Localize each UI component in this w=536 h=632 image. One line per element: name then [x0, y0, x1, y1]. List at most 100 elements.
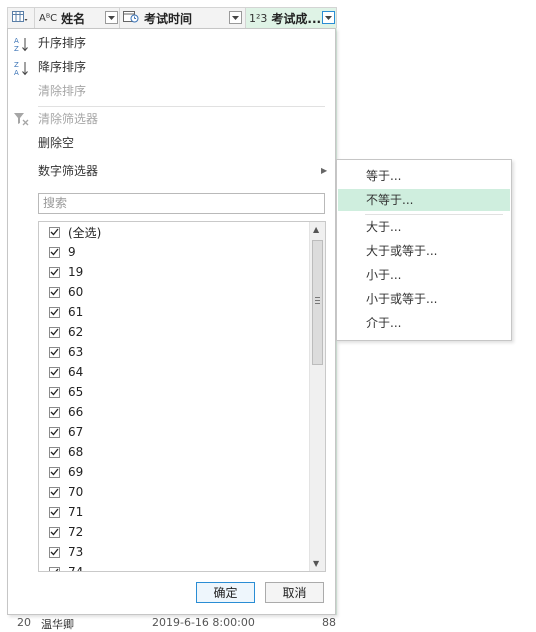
checkbox[interactable]: [49, 546, 60, 558]
list-item[interactable]: 67: [49, 423, 83, 441]
checkbox[interactable]: [49, 266, 60, 278]
checkbox[interactable]: [49, 346, 60, 358]
list-item[interactable]: 9: [49, 243, 76, 261]
check-icon: [50, 468, 59, 476]
submenu-less-or-equal[interactable]: 小于或等于...: [338, 288, 510, 310]
list-item-label: (全选): [68, 225, 102, 240]
column-header-bar: AᴮC 姓名 考试时间 1²3 考试成...: [7, 7, 337, 29]
column-header-exam-time[interactable]: 考试时间: [123, 8, 192, 28]
clear-sort-item: 清除排序: [38, 84, 87, 98]
check-icon: [50, 408, 59, 416]
chevron-down-icon: [232, 15, 239, 20]
list-item-label: 67: [68, 425, 84, 439]
ok-button[interactable]: 确定: [196, 582, 255, 603]
list-item[interactable]: 74: [49, 563, 83, 571]
list-scrollbar[interactable]: ▲ ▼: [309, 222, 325, 571]
menu-separator: [365, 214, 503, 215]
checkbox[interactable]: [49, 466, 60, 478]
column-header-exam-score[interactable]: 1²3 考试成...: [249, 8, 321, 28]
table-menu-button[interactable]: [12, 8, 28, 28]
column-header-name[interactable]: AᴮC 姓名: [39, 8, 85, 28]
checkbox[interactable]: [49, 386, 60, 398]
filter-dropdown-exam-time[interactable]: [229, 11, 242, 24]
remove-empty-item[interactable]: 删除空: [38, 133, 74, 153]
checkbox[interactable]: [49, 286, 60, 298]
check-icon: [50, 368, 59, 376]
check-icon: [50, 248, 59, 256]
list-item-label: 66: [68, 405, 84, 419]
list-item[interactable]: 63: [49, 343, 83, 361]
list-item-label: 62: [68, 325, 84, 339]
abc-type-icon: AᴮC: [39, 12, 58, 24]
list-item[interactable]: 68: [49, 443, 83, 461]
checkbox[interactable]: [49, 426, 60, 438]
scroll-up-icon[interactable]: ▲: [313, 225, 319, 234]
list-item-label: 64: [68, 365, 84, 379]
clear-filter-item: 清除筛选器: [38, 112, 99, 126]
checkbox[interactable]: [49, 326, 60, 338]
list-item[interactable]: 69: [49, 463, 83, 481]
checkbox[interactable]: [49, 246, 60, 258]
grip-icon: [315, 297, 320, 305]
table-row: 20 温华卿 2019-6-16 8:00:00 88: [7, 616, 337, 631]
checkbox[interactable]: [49, 486, 60, 498]
checkbox[interactable]: [49, 306, 60, 318]
number-filters-item[interactable]: 数字筛选器: [38, 161, 98, 181]
cancel-button[interactable]: 取消: [265, 582, 324, 603]
submenu-less-than[interactable]: 小于...: [338, 264, 510, 286]
submenu-greater-than[interactable]: 大于...: [338, 216, 510, 238]
submenu-greater-or-equal[interactable]: 大于或等于...: [338, 240, 510, 262]
filter-value-list: (全选) 9 19 60 61 62 63 64 65 66 67 68 69 70 71 72 73 74 ▲ …: [38, 221, 326, 572]
list-item[interactable]: 70: [49, 483, 83, 501]
list-item-label: 63: [68, 345, 84, 359]
checkbox[interactable]: [49, 566, 60, 571]
list-item-label: 19: [68, 265, 84, 279]
list-item[interactable]: (全选): [49, 223, 101, 241]
check-icon: [50, 428, 59, 436]
sort-ascending-item[interactable]: 升序排序: [38, 33, 86, 53]
chevron-down-icon: [325, 15, 332, 20]
list-item[interactable]: 64: [49, 363, 83, 381]
header-separator: [119, 8, 120, 28]
filter-dropdown-name[interactable]: [105, 11, 118, 24]
sort-descending-item[interactable]: 降序排序: [38, 57, 86, 77]
list-item-label: 72: [68, 525, 84, 539]
list-item[interactable]: 19: [49, 263, 83, 281]
list-item[interactable]: 72: [49, 523, 83, 541]
number-filters-submenu: 等于... 不等于... 大于... 大于或等于... 小于... 小于或等于.…: [336, 159, 512, 341]
submenu-equals[interactable]: 等于...: [338, 165, 510, 187]
svg-text:Z: Z: [14, 45, 19, 53]
filter-dropdown-panel: AZ 升序排序 ZA 降序排序 清除排序 清除筛选器 删除空 数字筛选器 ▶ 搜…: [7, 28, 336, 615]
list-item[interactable]: 66: [49, 403, 83, 421]
submenu-between[interactable]: 介于...: [338, 312, 510, 334]
checkbox[interactable]: [49, 446, 60, 458]
clear-filter-icon: [13, 111, 31, 130]
scroll-down-icon[interactable]: ▼: [313, 559, 319, 568]
checkbox[interactable]: [49, 406, 60, 418]
filter-dropdown-exam-score[interactable]: [322, 11, 335, 24]
list-item[interactable]: 71: [49, 503, 83, 521]
column-label-name: 姓名: [61, 11, 86, 26]
menu-separator: [38, 106, 325, 107]
cell-name: 温华卿: [41, 618, 74, 631]
list-item[interactable]: 60: [49, 283, 83, 301]
checkbox[interactable]: [49, 226, 60, 238]
search-input[interactable]: 搜索: [38, 193, 325, 214]
check-icon: [50, 488, 59, 496]
checkbox[interactable]: [49, 366, 60, 378]
check-icon: [50, 348, 59, 356]
list-item[interactable]: 65: [49, 383, 83, 401]
check-icon: [50, 228, 59, 236]
checkbox[interactable]: [49, 506, 60, 518]
svg-text:Z: Z: [14, 61, 19, 69]
list-item-label: 68: [68, 445, 84, 459]
submenu-arrow-icon: ▶: [321, 166, 328, 175]
checkbox[interactable]: [49, 526, 60, 538]
submenu-not-equals[interactable]: 不等于...: [338, 189, 510, 211]
scroll-thumb[interactable]: [312, 240, 323, 365]
list-item[interactable]: 73: [49, 543, 83, 561]
list-item[interactable]: 61: [49, 303, 83, 321]
column-label-exam-score: 考试成...: [271, 11, 322, 26]
list-item[interactable]: 62: [49, 323, 83, 341]
check-icon: [50, 268, 59, 276]
